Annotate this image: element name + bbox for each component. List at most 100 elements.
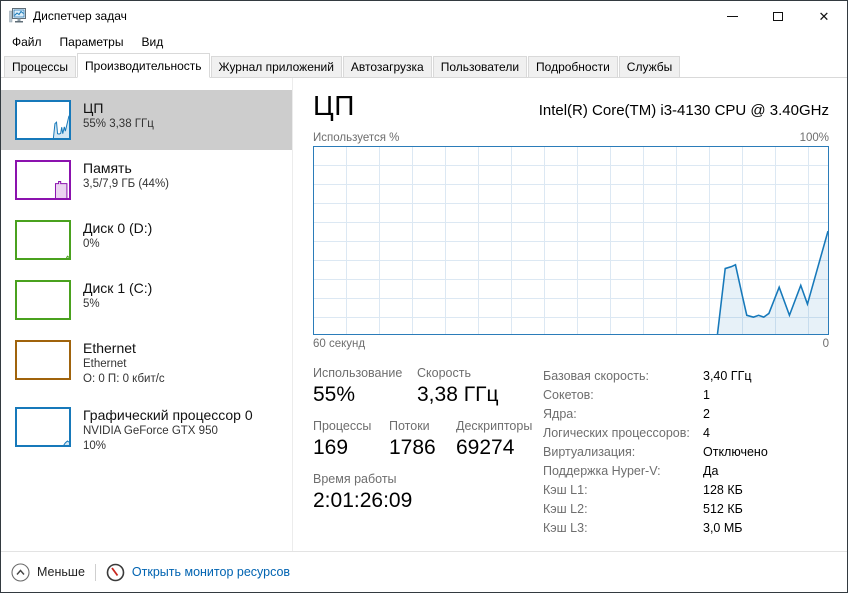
sidebar-item-memory[interactable]: Память3,5/7,9 ГБ (44%) xyxy=(1,150,292,210)
sidebar-item-title: Графический процессор 0 xyxy=(83,407,253,424)
stat-label: Потоки xyxy=(389,419,456,433)
detail-row-8: Кэш L3:3,0 МБ xyxy=(543,519,829,538)
detail-label: Кэш L1: xyxy=(543,481,703,500)
sidebar-item-gpu[interactable]: Графический процессор 0NVIDIA GeForce GT… xyxy=(1,397,292,464)
close-icon[interactable]: ✕ xyxy=(801,1,847,31)
sidebar-item-subline: О: 0 П: 0 кбит/с xyxy=(83,372,165,387)
tab-0[interactable]: Процессы xyxy=(4,56,76,78)
tab-5[interactable]: Подробности xyxy=(528,56,618,78)
detail-row-5: Поддержка Hyper-V:Да xyxy=(543,462,829,481)
stat-value: 1786 xyxy=(389,436,456,460)
detail-row-4: Виртуализация:Отключено xyxy=(543,443,829,462)
chevron-up-circle-icon xyxy=(11,563,30,582)
maximize-icon[interactable] xyxy=(755,1,801,31)
task-manager-icon xyxy=(9,7,27,25)
tab-2[interactable]: Журнал приложений xyxy=(211,56,342,78)
stat-uptime: Время работы 2:01:26:09 xyxy=(313,472,412,513)
sidebar-item-disk0[interactable]: Диск 0 (D:)0% xyxy=(1,210,292,270)
sidebar-item-subline: 0% xyxy=(83,237,152,252)
menu-item-1[interactable]: Параметры xyxy=(51,32,133,52)
chart-x-right-label: 0 xyxy=(823,338,829,350)
stat-primary-0: Использование 55% xyxy=(313,366,417,407)
chart-y-axis-label: Используется % xyxy=(313,132,399,144)
memory-mini-chart xyxy=(15,160,71,200)
tab-4[interactable]: Пользователи xyxy=(433,56,527,78)
stat-secondary-1: Потоки 1786 xyxy=(389,419,456,460)
stat-value: 3,38 ГГц xyxy=(417,383,498,407)
tab-3[interactable]: Автозагрузка xyxy=(343,56,432,78)
detail-label: Кэш L2: xyxy=(543,500,703,519)
detail-value: 3,40 ГГц xyxy=(703,367,752,386)
task-manager-window: Диспетчер задач ✕ ФайлПараметрыВид Проце… xyxy=(0,0,848,593)
detail-value: 512 КБ xyxy=(703,500,743,519)
tab-1[interactable]: Производительность xyxy=(77,53,209,78)
cpu-usage-chart[interactable] xyxy=(313,146,829,335)
sidebar-item-text: Диск 1 (C:)5% xyxy=(83,280,152,312)
menu-item-2[interactable]: Вид xyxy=(132,32,172,52)
stat-secondary-2: Дескрипторы 69274 xyxy=(456,419,532,460)
sidebar-item-subline: 10% xyxy=(83,439,253,454)
sidebar-item-text: Диск 0 (D:)0% xyxy=(83,220,152,252)
chart-y-max-label: 100% xyxy=(800,132,829,144)
stat-label: Скорость xyxy=(417,366,498,380)
sidebar-item-title: Память xyxy=(83,160,169,177)
open-resource-monitor-link[interactable]: Открыть монитор ресурсов xyxy=(106,563,290,582)
sidebar-item-text: Память3,5/7,9 ГБ (44%) xyxy=(83,160,169,192)
stat-value: 55% xyxy=(313,383,417,407)
sidebar-item-subline: 5% xyxy=(83,297,152,312)
cpu-mini-chart xyxy=(15,100,71,140)
detail-label: Поддержка Hyper-V: xyxy=(543,462,703,481)
stat-primary-1: Скорость 3,38 ГГц xyxy=(417,366,498,407)
detail-value: 128 КБ xyxy=(703,481,743,500)
sidebar-item-ethernet[interactable]: EthernetEthernetО: 0 П: 0 кбит/с xyxy=(1,330,292,397)
detail-label: Виртуализация: xyxy=(543,443,703,462)
cpu-detail-pane: ЦП Intel(R) Core(TM) i3-4130 CPU @ 3.40G… xyxy=(293,78,847,551)
detail-value: 2 xyxy=(703,405,710,424)
sidebar-item-title: Диск 1 (C:) xyxy=(83,280,152,297)
sidebar-item-text: Графический процессор 0NVIDIA GeForce GT… xyxy=(83,407,253,454)
sidebar-item-subline: Ethernet xyxy=(83,357,165,372)
stat-secondary-0: Процессы169 xyxy=(313,419,389,460)
sidebar-item-cpu[interactable]: ЦП55% 3,38 ГГц xyxy=(1,90,292,150)
cpu-stats-left: Использование 55%Скорость 3,38 ГГц Процесс… xyxy=(313,366,543,538)
page-title: ЦП xyxy=(313,90,355,122)
detail-value: Отключено xyxy=(703,443,768,462)
sidebar-item-title: ЦП xyxy=(83,100,154,117)
tab-6[interactable]: Службы xyxy=(619,56,680,78)
tab-strip: ПроцессыПроизводительностьЖурнал приложе… xyxy=(1,53,847,78)
detail-row-7: Кэш L2:512 КБ xyxy=(543,500,829,519)
menu-item-0[interactable]: Файл xyxy=(3,32,51,52)
stat-label: Дескрипторы xyxy=(456,419,532,433)
detail-label: Кэш L3: xyxy=(543,519,703,538)
stat-value: 69274 xyxy=(456,436,532,460)
detail-label: Логических процессоров: xyxy=(543,424,703,443)
fewer-details-button[interactable]: Меньше xyxy=(11,563,85,582)
detail-row-1: Сокетов:1 xyxy=(543,386,829,405)
sidebar-item-subline: 55% 3,38 ГГц xyxy=(83,117,154,132)
sidebar-item-text: ЦП55% 3,38 ГГц xyxy=(83,100,154,132)
sidebar-item-subline: NVIDIA GeForce GTX 950 xyxy=(83,424,253,439)
cpu-stats-details: Базовая скорость:3,40 ГГцСокетов:1Ядра:2… xyxy=(543,366,829,538)
sidebar-item-title: Диск 0 (D:) xyxy=(83,220,152,237)
detail-label: Базовая скорость: xyxy=(543,367,703,386)
gpu-mini-chart xyxy=(15,407,71,447)
sidebar-item-title: Ethernet xyxy=(83,340,165,357)
window-title: Диспетчер задач xyxy=(33,9,127,23)
detail-row-0: Базовая скорость:3,40 ГГц xyxy=(543,367,829,386)
disk0-mini-chart xyxy=(15,220,71,260)
detail-value: 3,0 МБ xyxy=(703,519,742,538)
stat-label: Использование xyxy=(313,366,417,380)
detail-value: 1 xyxy=(703,386,710,405)
menu-bar: ФайлПараметрыВид xyxy=(1,31,847,53)
detail-row-3: Логических процессоров:4 xyxy=(543,424,829,443)
cpu-model-label: Intel(R) Core(TM) i3-4130 CPU @ 3.40GHz xyxy=(539,102,829,119)
minimize-icon[interactable] xyxy=(709,1,755,31)
detail-label: Ядра: xyxy=(543,405,703,424)
sidebar-item-disk1[interactable]: Диск 1 (C:)5% xyxy=(1,270,292,330)
detail-value: Да xyxy=(703,462,718,481)
detail-label: Сокетов: xyxy=(543,386,703,405)
footer-bar: Меньше Открыть монитор ресурсов xyxy=(1,551,847,592)
disk1-mini-chart xyxy=(15,280,71,320)
sidebar-item-text: EthernetEthernetО: 0 П: 0 кбит/с xyxy=(83,340,165,387)
footer-separator xyxy=(95,564,96,581)
